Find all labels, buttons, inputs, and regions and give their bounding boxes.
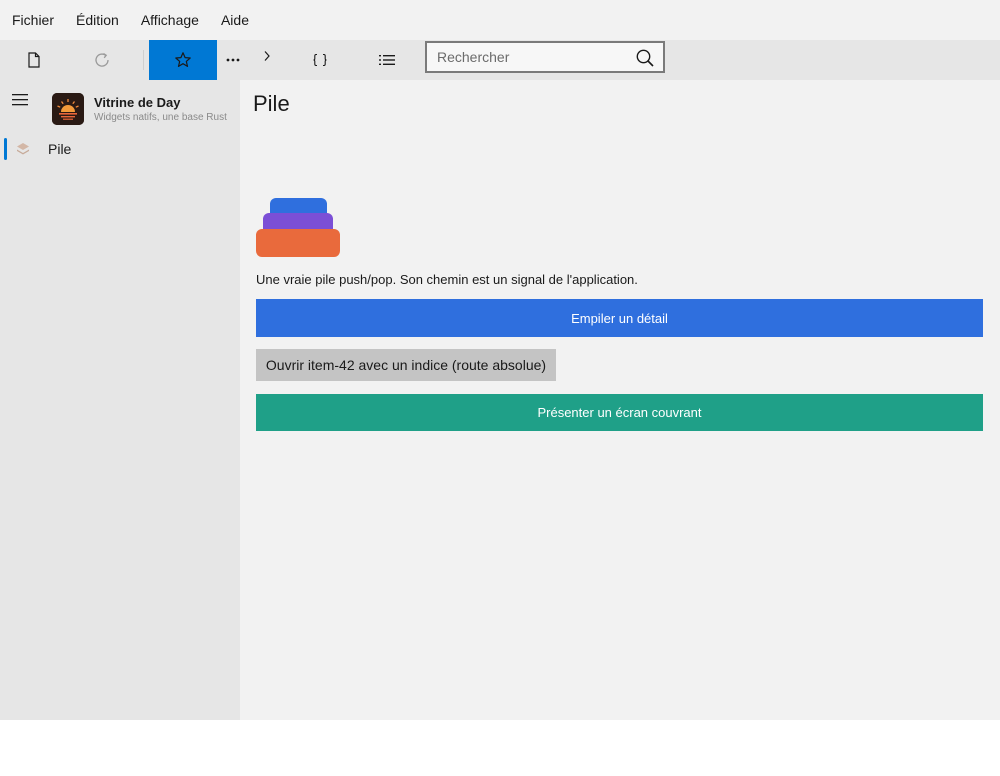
main-content: Pile Une vraie pile push/pop. Son chemin… (240, 80, 1000, 720)
description-text: Une vraie pile push/pop. Son chemin est … (256, 272, 638, 287)
app-logo (52, 93, 84, 125)
menu-edition[interactable]: Édition (76, 12, 119, 28)
present-cover-button[interactable]: Présenter un écran couvrant (256, 394, 983, 431)
app-subtitle: Widgets natifs, une base Rust (94, 112, 227, 123)
menu-bar: Fichier Édition Affichage Aide (0, 0, 1000, 40)
menu-affichage[interactable]: Affichage (141, 12, 199, 28)
search-box (425, 41, 665, 73)
sunrise-logo-icon (52, 93, 84, 125)
search-input[interactable] (427, 43, 627, 71)
more-button[interactable] (220, 40, 246, 80)
list-button[interactable] (367, 40, 407, 80)
more-icon (226, 58, 240, 62)
open-item-button[interactable]: Ouvrir item-42 avec un indice (route abs… (256, 349, 556, 381)
stack-illustration (256, 198, 340, 257)
selection-indicator (4, 138, 7, 160)
layers-icon (17, 143, 29, 155)
sidebar-item-label: Pile (48, 141, 72, 157)
chevron-right-icon (264, 51, 270, 61)
push-detail-button[interactable]: Empiler un détail (256, 299, 983, 337)
page-title: Pile (253, 91, 290, 116)
refresh-icon (95, 52, 109, 67)
forward-button[interactable] (256, 40, 278, 72)
menu-aide[interactable]: Aide (221, 12, 249, 28)
menu-fichier[interactable]: Fichier (12, 12, 54, 28)
app-name: Vitrine de Day (94, 95, 181, 110)
favorites-button[interactable] (149, 40, 217, 80)
document-icon (28, 52, 40, 68)
sidebar-item-pile[interactable]: Pile (0, 136, 240, 162)
hamburger-menu-icon[interactable] (12, 93, 28, 107)
search-icon[interactable] (635, 48, 655, 68)
list-icon (379, 55, 395, 65)
sidebar: Vitrine de Day Widgets natifs, une base … (0, 80, 240, 720)
new-document-button[interactable] (14, 40, 54, 80)
refresh-button[interactable] (82, 40, 122, 80)
toolbar (0, 40, 1000, 80)
braces-icon (313, 53, 327, 67)
app-window: Fichier Édition Affichage Aide Recherche… (0, 0, 1000, 720)
code-button[interactable] (300, 40, 340, 80)
toolbar-separator (143, 50, 144, 70)
star-icon (175, 52, 191, 67)
